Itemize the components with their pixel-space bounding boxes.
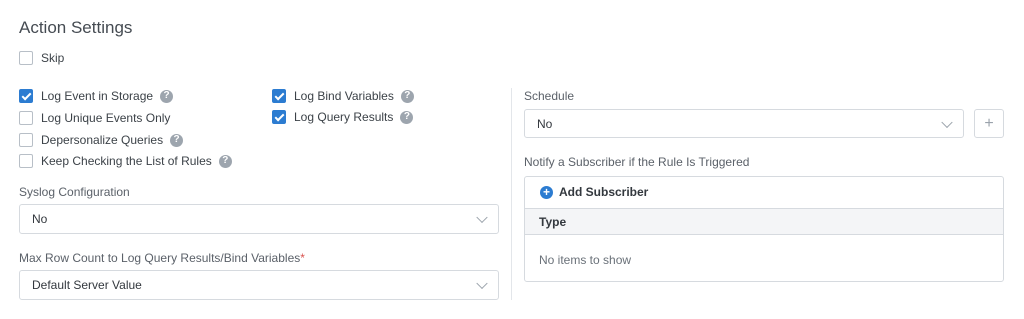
- add-subscriber-button[interactable]: + Add Subscriber: [540, 185, 648, 199]
- log-unique-events-only-checkbox[interactable]: [19, 111, 33, 125]
- log-bind-variables-checkbox[interactable]: [272, 89, 286, 103]
- help-icon[interactable]: ?: [400, 110, 414, 124]
- required-mark: *: [300, 251, 305, 265]
- skip-label: Skip: [41, 51, 65, 65]
- add-subscriber-label: Add Subscriber: [559, 185, 649, 199]
- schedule-label: Schedule: [524, 89, 575, 103]
- schedule-value: No: [537, 116, 553, 131]
- help-icon[interactable]: ?: [170, 133, 184, 147]
- plus-icon: +: [984, 114, 994, 132]
- column-divider: [511, 88, 512, 300]
- plus-circle-icon: +: [540, 185, 553, 199]
- empty-message: No items to show: [539, 253, 632, 267]
- help-icon[interactable]: ?: [160, 89, 174, 103]
- schedule-select[interactable]: No: [524, 109, 964, 138]
- syslog-select[interactable]: No: [19, 204, 499, 234]
- max-row-label-text: Max Row Count to Log Query Results/Bind …: [19, 251, 301, 265]
- skip-checkbox[interactable]: [19, 51, 33, 65]
- option-keep-checking-rules[interactable]: Keep Checking the List of Rules ?: [19, 153, 232, 169]
- option-label: Log Query Results: [294, 110, 394, 124]
- option-log-bind-variables[interactable]: Log Bind Variables ?: [272, 88, 414, 104]
- option-label: Log Event in Storage: [41, 89, 154, 103]
- option-label: Keep Checking the List of Rules: [41, 154, 212, 168]
- depersonalize-queries-checkbox[interactable]: [19, 133, 33, 147]
- option-label: Log Unique Events Only: [41, 111, 171, 125]
- max-row-select[interactable]: Default Server Value: [19, 270, 499, 300]
- syslog-label: Syslog Configuration: [19, 185, 130, 199]
- keep-checking-rules-checkbox[interactable]: [19, 154, 33, 168]
- option-depersonalize-queries[interactable]: Depersonalize Queries ?: [19, 132, 184, 148]
- table-header: Type: [525, 208, 1003, 235]
- chevron-down-icon: [476, 211, 488, 224]
- subscriber-table: + Add Subscriber Type No items to show: [524, 176, 1004, 282]
- max-row-label: Max Row Count to Log Query Results/Bind …: [19, 251, 305, 265]
- chevron-down-icon: [941, 116, 953, 128]
- add-schedule-button[interactable]: +: [974, 109, 1004, 138]
- chevron-down-icon: [476, 277, 488, 290]
- option-log-query-results[interactable]: Log Query Results ?: [272, 109, 414, 125]
- option-log-unique-events-only[interactable]: Log Unique Events Only: [19, 110, 170, 126]
- notify-label: Notify a Subscriber if the Rule Is Trigg…: [524, 155, 750, 169]
- option-label: Depersonalize Queries: [41, 133, 164, 147]
- page-title: Action Settings: [19, 18, 133, 37]
- log-query-results-checkbox[interactable]: [272, 110, 286, 124]
- option-label: Log Bind Variables: [294, 89, 394, 103]
- column-header-type[interactable]: Type: [539, 215, 566, 229]
- max-row-value: Default Server Value: [32, 278, 142, 292]
- log-event-in-storage-checkbox[interactable]: [19, 89, 33, 103]
- syslog-value: No: [32, 212, 48, 226]
- help-icon[interactable]: ?: [400, 89, 414, 103]
- help-icon[interactable]: ?: [218, 154, 232, 168]
- skip-option[interactable]: Skip: [19, 50, 64, 66]
- option-log-event-in-storage[interactable]: Log Event in Storage ?: [19, 88, 174, 104]
